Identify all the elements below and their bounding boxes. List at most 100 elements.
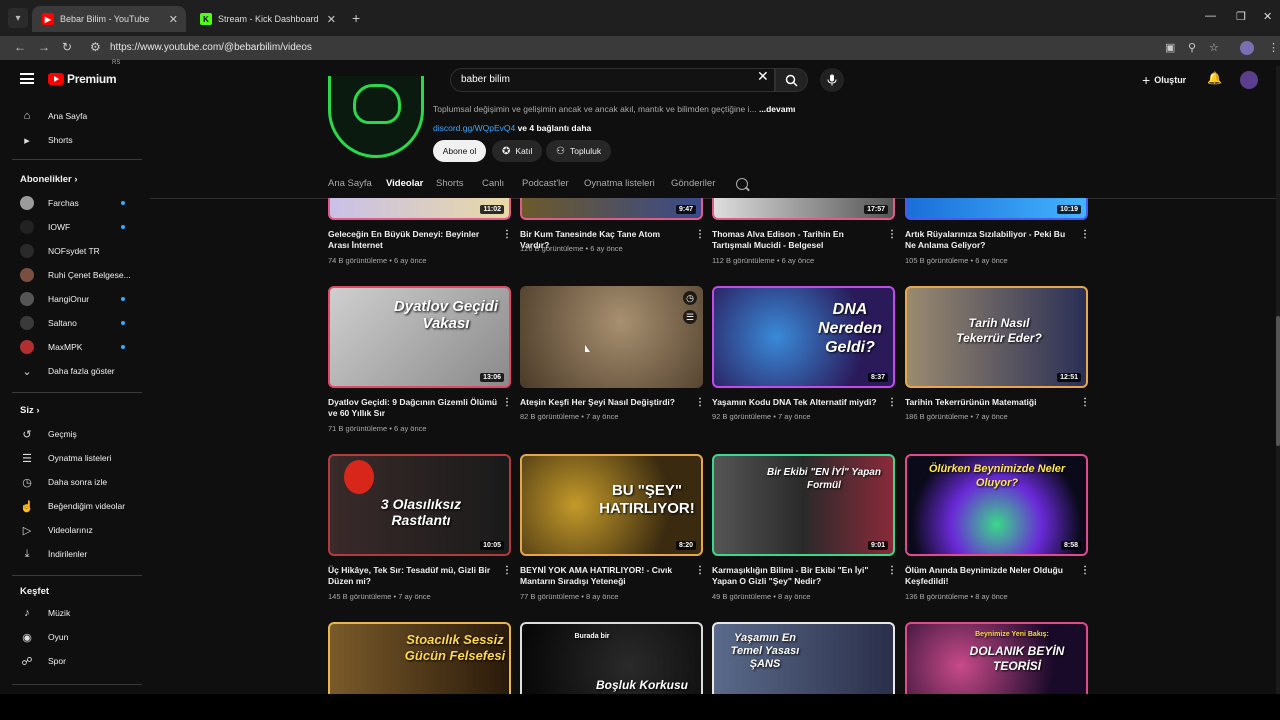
browser-profile-avatar[interactable]	[1240, 41, 1254, 55]
browser-menu-icon[interactable]: ⋮	[1268, 41, 1279, 54]
add-to-queue-icon[interactable]: ☰	[683, 310, 697, 324]
minimize-icon[interactable]: —	[1205, 10, 1216, 22]
video-thumbnail[interactable]: Bir Ekibi "EN İYİ" Yapan Formül 9:01	[712, 454, 895, 556]
video-title[interactable]: Tarihin Tekerrürünün Matematiği	[905, 397, 1075, 408]
more-options-icon[interactable]: ⋮	[502, 397, 512, 408]
more-options-icon[interactable]: ⋮	[1080, 397, 1090, 408]
sidebar-item-gaming[interactable]: ◉ Oyun	[0, 626, 150, 648]
sidebar-item-subscription[interactable]: Farchas	[0, 192, 150, 214]
tab-playlists[interactable]: Oynatma listeleri	[584, 178, 655, 189]
youtube-premium-logo[interactable]: Premium	[48, 72, 117, 86]
video-thumbnail[interactable]: Burada bir Boşluk Korkusu	[520, 622, 703, 694]
more-options-icon[interactable]: ⋮	[695, 229, 705, 240]
tab-shorts[interactable]: Shorts	[436, 178, 463, 189]
video-title[interactable]: Ölüm Anında Beynimizde Neler Olduğu Keşf…	[905, 565, 1075, 587]
video-title[interactable]: Karmaşıklığın Bilimi - Bir Ekibi "En İyi…	[712, 565, 882, 587]
sidebar-item-subscription[interactable]: MaxMPK	[0, 336, 150, 358]
video-title[interactable]: Ateşin Keşfi Her Şeyi Nasıl Değiştirdi?	[520, 397, 690, 408]
video-title[interactable]: Thomas Alva Edison - Tarihin En Tartışma…	[712, 229, 882, 251]
forward-icon[interactable]: →	[38, 40, 50, 54]
search-button[interactable]	[775, 68, 808, 92]
more-links[interactable]: ve 4 bağlantı daha	[518, 123, 592, 133]
sidebar-item-subscription[interactable]: HangiOnur	[0, 288, 150, 310]
clear-search-icon[interactable]: ✕	[757, 68, 769, 85]
sidebar-item-sports[interactable]: ☍ Spor	[0, 650, 150, 672]
new-tab-icon[interactable]: +	[352, 10, 360, 26]
create-button[interactable]: + Oluştur	[1142, 72, 1186, 88]
restore-icon[interactable]: ❐	[1236, 10, 1246, 23]
video-thumbnail[interactable]: 9:47	[520, 198, 703, 220]
show-more-button[interactable]: ⌄ Daha fazla göster	[0, 360, 150, 382]
subscribe-button[interactable]: Abone ol	[433, 140, 486, 162]
sidebar-item-home[interactable]: ⌂ Ana Sayfa	[0, 105, 150, 127]
video-title[interactable]: Geleceğin En Büyük Deneyi: Beyinler Aras…	[328, 229, 498, 251]
tab-list-button[interactable]: ▾	[8, 8, 28, 28]
close-tab-icon[interactable]: ✕	[169, 13, 178, 26]
you-heading[interactable]: Siz ›	[20, 405, 40, 416]
sidebar-item-music[interactable]: ♪ Müzik	[0, 602, 150, 624]
video-thumbnail[interactable]: Yaşamın En Temel Yasası ŞANS	[712, 622, 895, 694]
video-thumbnail[interactable]: Tarih Nasıl Tekerrür Eder? 12:51	[905, 286, 1088, 388]
sidebar-item-watch-later[interactable]: ◷ Daha sonra izle	[0, 471, 150, 493]
more-options-icon[interactable]: ⋮	[1080, 565, 1090, 576]
subscriptions-heading[interactable]: Abonelikler ›	[20, 174, 78, 185]
video-thumbnail[interactable]: Dyatlov Geçidi Vakası 13:06	[328, 286, 511, 388]
menu-icon[interactable]	[20, 73, 34, 84]
video-title[interactable]: Dyatlov Geçidi: 9 Dağcının Gizemli Ölümü…	[328, 397, 498, 419]
zoom-icon[interactable]: ⚲	[1188, 41, 1196, 54]
video-thumbnail[interactable]: 10:19	[905, 198, 1088, 220]
browser-tab-kick[interactable]: K Stream - Kick Dashboard ✕	[190, 6, 344, 32]
notifications-bell-icon[interactable]: 🔔	[1207, 71, 1222, 85]
window-close-icon[interactable]: ✕	[1263, 10, 1272, 23]
sidebar-item-subscription[interactable]: IOWF	[0, 216, 150, 238]
sidebar-item-downloads[interactable]: ⤓ İndirilenler	[0, 543, 150, 565]
more-options-icon[interactable]: ⋮	[695, 565, 705, 576]
video-title[interactable]: Artık Rüyalarınıza Sızılabiliyor - Peki …	[905, 229, 1075, 251]
more-options-icon[interactable]: ⋮	[502, 565, 512, 576]
video-title[interactable]: Yaşamın Kodu DNA Tek Alternatif miydi?	[712, 397, 882, 408]
video-thumbnail[interactable]: 17:57	[712, 198, 895, 220]
channel-search-icon[interactable]	[736, 178, 748, 190]
more-options-icon[interactable]: ⋮	[1080, 229, 1090, 240]
video-thumbnail[interactable]: Ölürken Beynimizde Neler Oluyor? 8:58	[905, 454, 1088, 556]
video-thumbnail[interactable]: DNA Nereden Geldi? 8:37	[712, 286, 895, 388]
sidebar-item-history[interactable]: ↺ Geçmiş	[0, 423, 150, 445]
scrollbar-thumb[interactable]	[1276, 316, 1280, 446]
tab-videos[interactable]: Videolar	[386, 178, 423, 189]
back-icon[interactable]: ←	[14, 40, 26, 54]
sidebar-item-subscription[interactable]: NOFsydet TR	[0, 240, 150, 262]
sidebar-item-subscription[interactable]: Saltano	[0, 312, 150, 334]
channel-description[interactable]: Toplumsal değişimin ve gelişimin ancak v…	[433, 104, 757, 114]
sidebar-item-playlists[interactable]: ☰ Oynatma listeleri	[0, 447, 150, 469]
browser-tab-youtube[interactable]: ▶ Bebar Bilim - YouTube ✕	[32, 6, 186, 32]
tab-posts[interactable]: Gönderiler	[671, 178, 715, 189]
video-thumbnail[interactable]: BU "ŞEY" HATIRLIYOR! 8:20	[520, 454, 703, 556]
join-button[interactable]: ✪ Katıl	[492, 140, 543, 162]
more-options-icon[interactable]: ⋮	[695, 397, 705, 408]
cast-icon[interactable]: ▣	[1165, 41, 1175, 54]
community-button[interactable]: ⚇ Topluluk	[546, 140, 612, 162]
watch-later-icon[interactable]: ◷	[683, 291, 697, 305]
tab-podcasts[interactable]: Podcast'ler	[522, 178, 569, 189]
tab-home[interactable]: Ana Sayfa	[328, 178, 372, 189]
video-title[interactable]: BEYNİ YOK AMA HATIRLIYOR! - Cıvık Mantar…	[520, 565, 690, 587]
discord-link[interactable]: discord.gg/WQpEvQ4	[433, 123, 515, 133]
more-options-icon[interactable]: ⋮	[502, 229, 512, 240]
sidebar-item-subscription[interactable]: Ruhi Çenet Belgese...	[0, 264, 150, 286]
video-thumbnail[interactable]: Stoacılık Sessiz Gücün Felsefesi	[328, 622, 511, 694]
tab-live[interactable]: Canlı	[482, 178, 504, 189]
sidebar-item-shorts[interactable]: ▸ Shorts	[0, 129, 150, 151]
bookmark-star-icon[interactable]: ☆	[1209, 41, 1219, 54]
video-thumbnail[interactable]: Beynimize Yeni Bakış: DOLANIK BEYİN TEOR…	[905, 622, 1088, 694]
account-avatar[interactable]	[1240, 71, 1258, 89]
video-title[interactable]: Üç Hikâye, Tek Sır: Tesadüf mü, Gizli Bi…	[328, 565, 498, 587]
close-tab-icon[interactable]: ✕	[327, 13, 336, 26]
more-options-icon[interactable]: ⋮	[887, 229, 897, 240]
channel-avatar-large[interactable]	[328, 76, 424, 158]
url-field[interactable]: https://www.youtube.com/@bebarbilim/vide…	[110, 42, 312, 53]
more-options-icon[interactable]: ⋮	[887, 397, 897, 408]
site-info-icon[interactable]: ⚙	[90, 40, 101, 54]
search-input[interactable]: baber bilim	[450, 68, 775, 92]
sidebar-item-liked-videos[interactable]: ☝ Beğendiğim videolar	[0, 495, 150, 517]
sidebar-item-your-videos[interactable]: ▷ Videolarınız	[0, 519, 150, 541]
